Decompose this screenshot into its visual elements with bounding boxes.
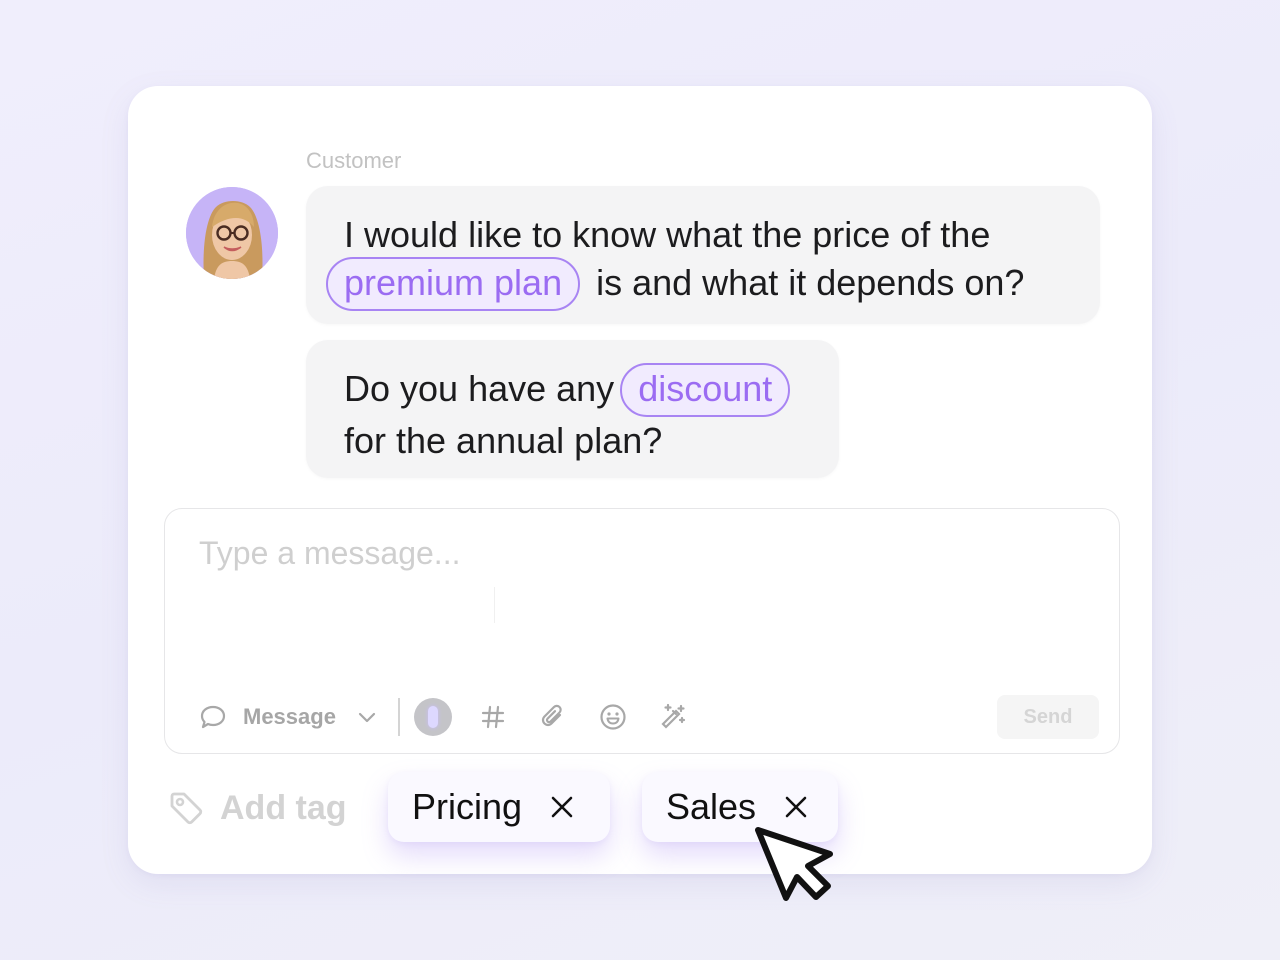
message-input-placeholder[interactable]: Type a message... (199, 535, 460, 572)
paperclip-icon (541, 704, 562, 727)
emoji-button[interactable] (594, 698, 632, 736)
remove-tag-button[interactable] (784, 795, 808, 819)
add-tag-button[interactable]: Add tag (168, 789, 347, 828)
avatar (186, 187, 278, 279)
attach-button[interactable] (534, 698, 572, 736)
close-icon (551, 796, 573, 818)
record-button[interactable] (413, 698, 452, 736)
text-caret (494, 587, 495, 623)
customer-avatar-icon (186, 187, 278, 279)
magic-wand-icon (661, 703, 686, 729)
message-bubble: I would like to know what the price of t… (306, 186, 1100, 324)
composer-toolbar: Message (199, 697, 714, 737)
tag-chip[interactable]: Pricing (388, 772, 610, 842)
highlighted-keyword[interactable]: premium plan (326, 256, 581, 311)
tag-label: Pricing (412, 786, 523, 827)
chevron-down-icon (358, 712, 376, 723)
hashtag-icon (481, 705, 505, 729)
tag-icon (170, 792, 203, 825)
hashtag-button[interactable] (474, 698, 512, 736)
message-mode-dropdown[interactable]: Message (199, 703, 378, 731)
message-bubble: Do you have any discount for the annual p… (306, 340, 839, 478)
message-text: I would like to know what the price of t… (344, 214, 991, 255)
message-mode-label: Message (243, 704, 336, 729)
message-text: is and what it depends on? (596, 262, 1025, 303)
send-button[interactable]: Send (997, 695, 1099, 739)
message-composer[interactable]: Type a message... Message Send (164, 508, 1120, 754)
toolbar-divider (397, 698, 400, 736)
highlighted-keyword[interactable]: discount (620, 362, 791, 417)
tag-label: Sales (666, 786, 757, 827)
add-tag-label: Add tag (220, 788, 347, 827)
mouse-pointer-icon (755, 827, 833, 901)
sender-label: Customer (306, 148, 402, 173)
message-text: for the annual plan? (344, 419, 663, 461)
ai-magic-button[interactable] (654, 698, 692, 736)
chat-bubble-icon (200, 705, 226, 729)
chat-card: Customer I would like to know what the p… (128, 86, 1152, 874)
emoji-icon (600, 704, 626, 730)
message-text: Do you have any (344, 368, 615, 409)
tags-row: Add tag Pricing Sales (168, 772, 838, 844)
record-icon (413, 698, 452, 736)
remove-tag-button[interactable] (550, 795, 574, 819)
close-icon (785, 796, 807, 818)
